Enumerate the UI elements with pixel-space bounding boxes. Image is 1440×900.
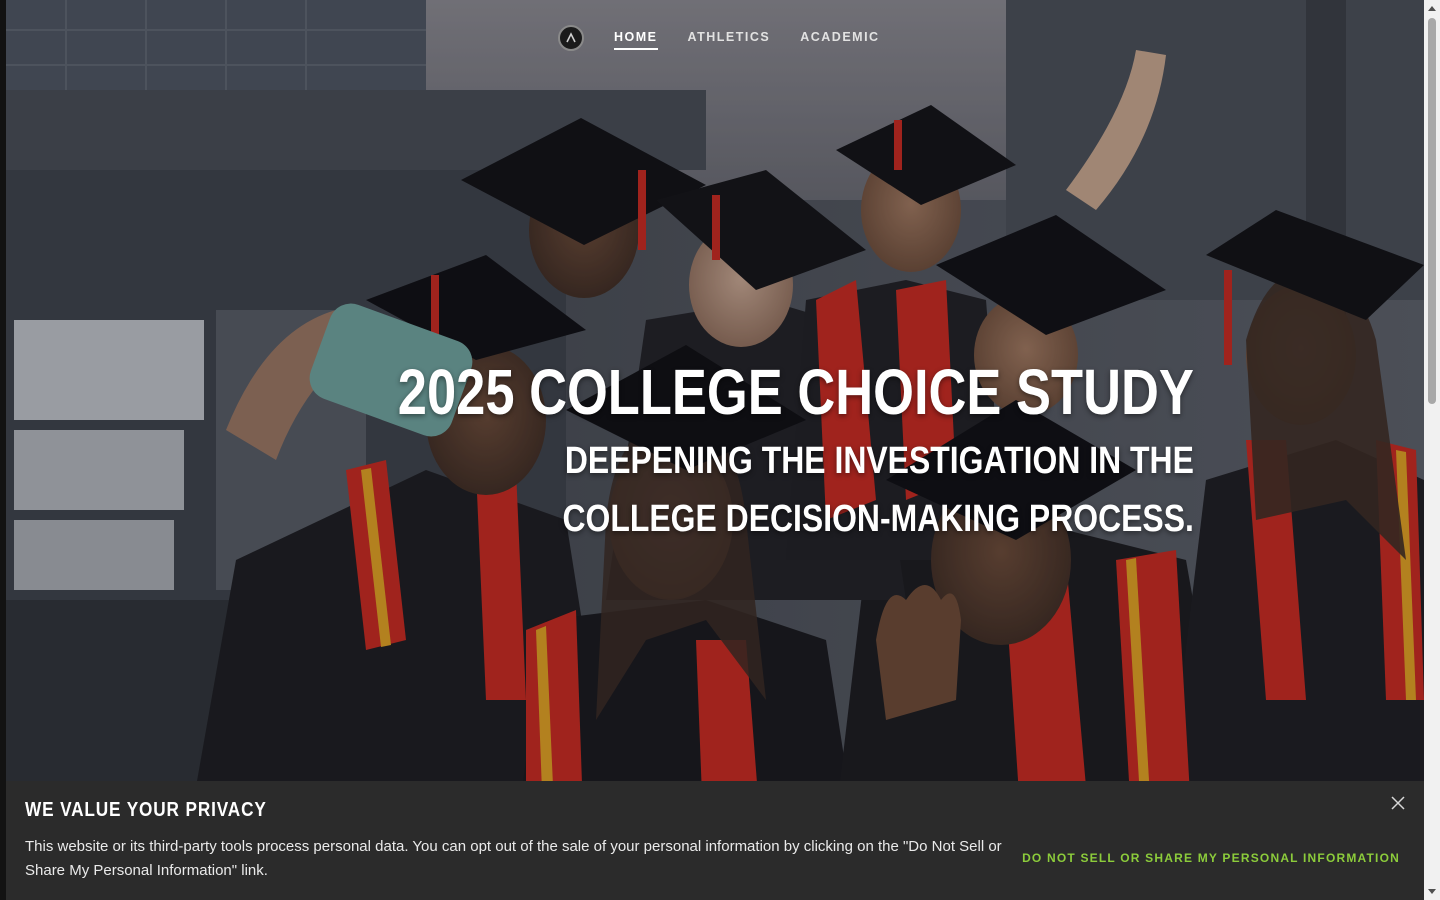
logo-circle-icon[interactable] bbox=[558, 25, 584, 51]
privacy-body-text: This website or its third-party tools pr… bbox=[25, 838, 1002, 879]
nav-item-athletics[interactable]: ATHLETICS bbox=[688, 26, 771, 50]
page-scrollbar[interactable] bbox=[1424, 0, 1440, 900]
scroll-down-arrow-icon[interactable] bbox=[1428, 889, 1436, 894]
do-not-sell-link[interactable]: DO NOT SELL OR SHARE MY PERSONAL INFORMA… bbox=[1022, 851, 1400, 865]
logo-triangle-icon bbox=[566, 32, 576, 43]
page: HOME ATHLETICS ACADEMIC 2025 COLLEGE CHO… bbox=[0, 0, 1440, 900]
nav-item-home[interactable]: HOME bbox=[614, 26, 658, 50]
scroll-thumb[interactable] bbox=[1428, 18, 1436, 404]
scroll-up-arrow-icon[interactable] bbox=[1428, 6, 1436, 11]
page-title: 2025 COLLEGE CHOICE STUDY bbox=[397, 356, 1194, 428]
nav-item-academic[interactable]: ACADEMIC bbox=[800, 26, 879, 50]
hero-subtitle-line-1: DEEPENING THE INVESTIGATION IN THE bbox=[564, 440, 1194, 482]
top-nav: HOME ATHLETICS ACADEMIC bbox=[558, 24, 910, 52]
hero-subtitle-line-2: COLLEGE DECISION-MAKING PROCESS. bbox=[562, 498, 1194, 540]
privacy-heading: WE VALUE YOUR PRIVACY bbox=[25, 799, 267, 821]
close-icon[interactable] bbox=[1390, 795, 1406, 811]
privacy-banner: WE VALUE YOUR PRIVACY This website or it… bbox=[6, 781, 1424, 900]
hero-headline: 2025 COLLEGE CHOICE STUDY DEEPENING THE … bbox=[223, 352, 1194, 548]
